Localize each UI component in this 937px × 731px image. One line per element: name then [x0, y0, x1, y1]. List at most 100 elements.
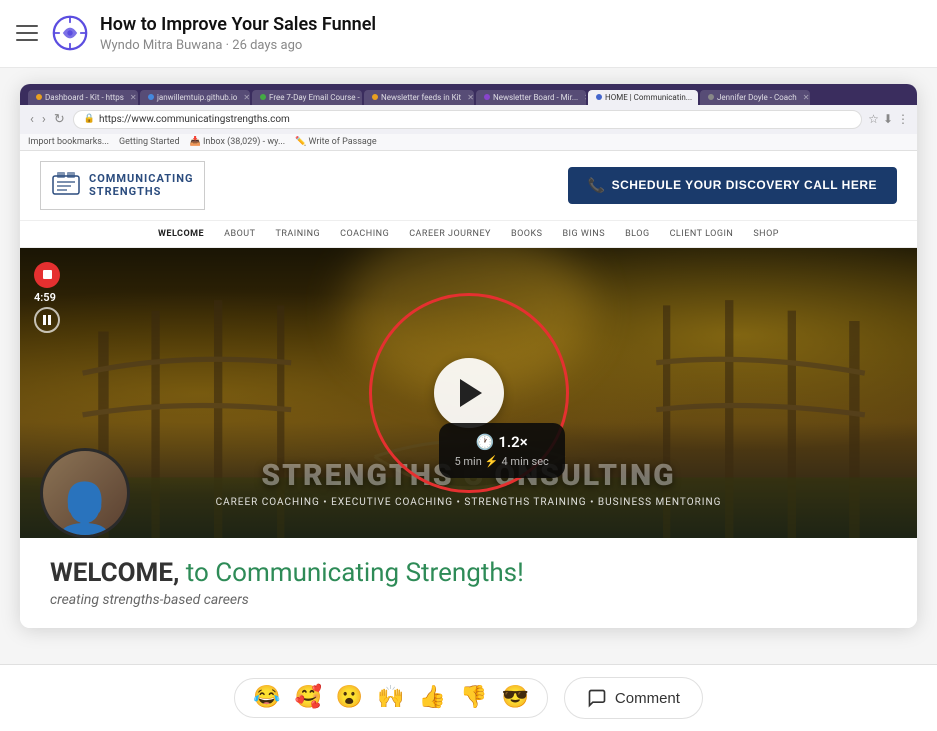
website-content: COMMUNICATING STRENGTHS 📞 SCHEDULE YOUR …	[20, 151, 917, 628]
author-name: Wyndo Mitra Buwana	[100, 38, 222, 53]
site-logo-text: COMMUNICATING STRENGTHS	[89, 172, 194, 198]
pause-button[interactable]	[34, 307, 60, 333]
site-logo-icon	[51, 168, 81, 203]
bookmark-3[interactable]: 📥 Inbox (38,029) - wy...	[190, 137, 286, 147]
comment-button[interactable]: Comment	[564, 677, 703, 719]
post-info: How to Improve Your Sales Funnel Wyndo M…	[100, 14, 376, 53]
tab-label-1: Dashboard - Kit - https	[45, 93, 124, 102]
hero-subtitle: CAREER COACHING • EXECUTIVE COACHING • S…	[20, 497, 917, 508]
tab-label-6: HOME | Communicatin...	[605, 93, 692, 102]
avatar-area: 👤	[40, 448, 130, 538]
browser-nav-buttons: ‹ › ↻	[28, 112, 67, 127]
reaction-clap[interactable]: 🙌	[377, 687, 404, 709]
speed-value: 🕐 1.2×	[455, 433, 549, 451]
fast-time: 4 min sec	[502, 455, 549, 468]
browser-tab-3[interactable]: Free 7-Day Email Course - ✕	[252, 90, 362, 105]
welcome-section: WELCOME, to Communicating Strengths! cre…	[20, 538, 917, 628]
browser-tab-7[interactable]: Jennifer Doyle - Coach ✕	[700, 90, 810, 105]
tab-label-4: Newsletter feeds in Kit	[381, 93, 461, 102]
reaction-wow[interactable]: 😮	[336, 687, 363, 709]
browser-window: Dashboard - Kit - https ✕ janwillemtuip.…	[20, 84, 917, 628]
nav-client[interactable]: CLIENT LOGIN	[670, 229, 734, 239]
browser-tab-6[interactable]: HOME | Communicatin... ✕	[588, 90, 698, 105]
back-button[interactable]: ‹	[28, 112, 36, 127]
nav-bigwins[interactable]: BIG WINS	[562, 229, 605, 239]
time-ago: 26 days ago	[232, 38, 302, 53]
welcome-prefix: WELCOME,	[50, 558, 179, 588]
post-meta: Wyndo Mitra Buwana · 26 days ago	[100, 38, 376, 53]
main-content: Dashboard - Kit - https ✕ janwillemtuip.…	[0, 68, 937, 644]
browser-toolbar: ‹ › ↻ 🔒 https://www.communicatingstrengt…	[20, 105, 917, 134]
nav-welcome[interactable]: WELCOME	[158, 229, 204, 239]
avatar-image: 👤	[54, 485, 116, 535]
tab-close-1[interactable]: ✕	[130, 93, 137, 102]
browser-action-icons: ☆ ⬇ ⋮	[868, 112, 909, 126]
timer-overlay: 4:59	[34, 262, 60, 333]
tab-close-7[interactable]: ✕	[803, 93, 810, 102]
nav-books[interactable]: BOOKS	[511, 229, 542, 239]
reaction-love[interactable]: 🥰	[294, 687, 321, 709]
app-logo	[52, 15, 88, 51]
nav-coaching[interactable]: COACHING	[340, 229, 389, 239]
lightning-icon: ⚡	[485, 455, 499, 468]
reaction-thumbsdown[interactable]: 👎	[460, 687, 487, 709]
welcome-subtext: creating strengths-based careers	[50, 592, 887, 608]
browser-tab-4[interactable]: Newsletter feeds in Kit ✕	[364, 90, 474, 105]
speed-number: 1.2×	[498, 433, 527, 451]
reaction-laugh[interactable]: 😂	[253, 687, 280, 709]
play-icon	[460, 379, 482, 407]
nav-career[interactable]: CAREER JOURNEY	[409, 229, 491, 239]
download-icon[interactable]: ⬇	[883, 112, 893, 126]
reaction-thumbsup[interactable]: 👍	[419, 687, 446, 709]
schedule-button[interactable]: 📞 SCHEDULE YOUR DISCOVERY CALL HERE	[568, 167, 897, 204]
site-header: COMMUNICATING STRENGTHS 📞 SCHEDULE YOUR …	[20, 151, 917, 221]
bottom-action-bar: 😂 🥰 😮 🙌 👍 👎 😎 Comment	[0, 664, 937, 731]
phone-icon: 📞	[588, 177, 606, 194]
site-nav: WELCOME ABOUT TRAINING COACHING CAREER J…	[20, 221, 917, 248]
forward-button[interactable]: ›	[40, 112, 48, 127]
tab-label-3: Free 7-Day Email Course -	[269, 93, 360, 102]
nav-shop[interactable]: SHOP	[753, 229, 779, 239]
tab-close-5[interactable]: ✕	[584, 93, 586, 102]
browser-tab-2[interactable]: janwillemtuip.github.io ✕	[140, 90, 250, 105]
tab-close-2[interactable]: ✕	[243, 93, 250, 102]
reload-button[interactable]: ↻	[52, 112, 67, 127]
play-button[interactable]	[434, 358, 504, 428]
reaction-cool[interactable]: 😎	[502, 687, 529, 709]
url-bar[interactable]: 🔒 https://www.communicatingstrengths.com	[73, 110, 862, 129]
hero-area: 4:59 🕐	[20, 248, 917, 538]
welcome-suffix: to Communicating Strengths!	[186, 558, 524, 588]
hamburger-icon[interactable]	[16, 25, 38, 41]
speed-popup: 🕐 1.2× 5 min ⚡ 4 min sec	[439, 423, 565, 478]
bookmark-4[interactable]: ✏️ Write of Passage	[295, 137, 377, 147]
url-text: https://www.communicatingstrengths.com	[99, 114, 290, 125]
reactions-area: 😂 🥰 😮 🙌 👍 👎 😎	[234, 678, 548, 718]
tab-close-4[interactable]: ✕	[467, 93, 474, 102]
browser-tabs: Dashboard - Kit - https ✕ janwillemtuip.…	[28, 90, 909, 105]
app-header: How to Improve Your Sales Funnel Wyndo M…	[0, 0, 937, 68]
speed-detail: 5 min ⚡ 4 min sec	[455, 455, 549, 468]
browser-tab-1[interactable]: Dashboard - Kit - https ✕	[28, 90, 138, 105]
site-logo: COMMUNICATING STRENGTHS	[40, 161, 205, 210]
lock-icon: 🔒	[84, 114, 95, 124]
nav-training[interactable]: TRAINING	[275, 229, 320, 239]
post-title: How to Improve Your Sales Funnel	[100, 14, 376, 36]
pause-icon	[43, 315, 51, 325]
bookmark-1[interactable]: Import bookmarks...	[28, 137, 109, 147]
bookmark-2[interactable]: Getting Started	[119, 137, 179, 147]
tab-label-5: Newsletter Board - Mir...	[493, 93, 578, 102]
timer-display: 4:59	[34, 291, 60, 304]
bookmarks-bar: Import bookmarks... Getting Started 📥 In…	[20, 134, 917, 151]
settings-icon[interactable]: ⋮	[897, 112, 909, 126]
tab-label-7: Jennifer Doyle - Coach	[717, 93, 797, 102]
stop-icon	[43, 270, 52, 279]
logo-line1: COMMUNICATING	[89, 172, 194, 185]
original-time: 5 min	[455, 455, 482, 468]
nav-blog[interactable]: BLOG	[625, 229, 650, 239]
browser-tab-5[interactable]: Newsletter Board - Mir... ✕	[476, 90, 586, 105]
star-icon[interactable]: ☆	[868, 112, 879, 126]
nav-about[interactable]: ABOUT	[224, 229, 255, 239]
stop-button[interactable]	[34, 262, 60, 288]
avatar: 👤	[40, 448, 130, 538]
welcome-heading: WELCOME, to Communicating Strengths!	[50, 558, 887, 588]
